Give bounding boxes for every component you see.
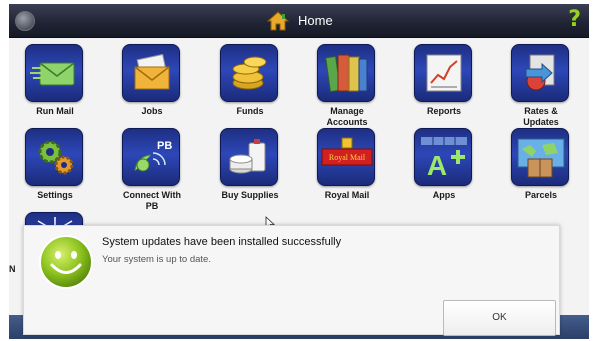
royal-mail-icon: Royal Mail <box>317 128 375 186</box>
app-label: Royal Mail <box>324 190 370 200</box>
smiley-icon <box>39 235 93 289</box>
app-label: Run Mail <box>36 106 74 116</box>
app-label: Connect With PB <box>123 190 181 211</box>
books-icon <box>317 44 375 102</box>
svg-text:A: A <box>427 150 447 181</box>
satellite-icon: PB <box>122 128 180 186</box>
app-label: Rates & Updates <box>523 106 559 127</box>
pb-tile-text: PB <box>157 140 172 152</box>
run-mail-icon <box>25 44 83 102</box>
app-label: Manage Accounts <box>326 106 368 127</box>
dialog-message: Your system is up to date. <box>102 254 211 265</box>
app-label: Reports <box>426 106 461 116</box>
rates-icon <box>511 44 569 102</box>
gears-icon <box>25 128 83 186</box>
envelope-icon <box>122 44 180 102</box>
supplies-icon <box>220 128 278 186</box>
help-icon[interactable]: ? <box>568 7 581 32</box>
royal-mail-tile-text: Royal Mail <box>329 153 366 162</box>
app-label: Apps <box>432 190 456 200</box>
chart-icon <box>414 44 472 102</box>
app-label: Parcels <box>524 190 558 200</box>
app-label: Funds <box>236 106 264 116</box>
app-label: Jobs <box>141 106 163 116</box>
home-icon[interactable] <box>267 11 289 31</box>
back-circle-icon[interactable] <box>15 11 35 31</box>
dialog-title: System updates have been installed succe… <box>102 236 342 248</box>
parcel-map-icon <box>511 128 569 186</box>
top-bar: Home ? <box>9 4 589 38</box>
apps-plus-icon: A <box>414 128 472 186</box>
coins-icon <box>220 44 278 102</box>
app-label: Settings <box>37 190 73 200</box>
ok-button[interactable]: OK <box>443 300 556 336</box>
page-title: Home <box>298 13 333 28</box>
app-label: Buy Supplies <box>221 190 279 200</box>
